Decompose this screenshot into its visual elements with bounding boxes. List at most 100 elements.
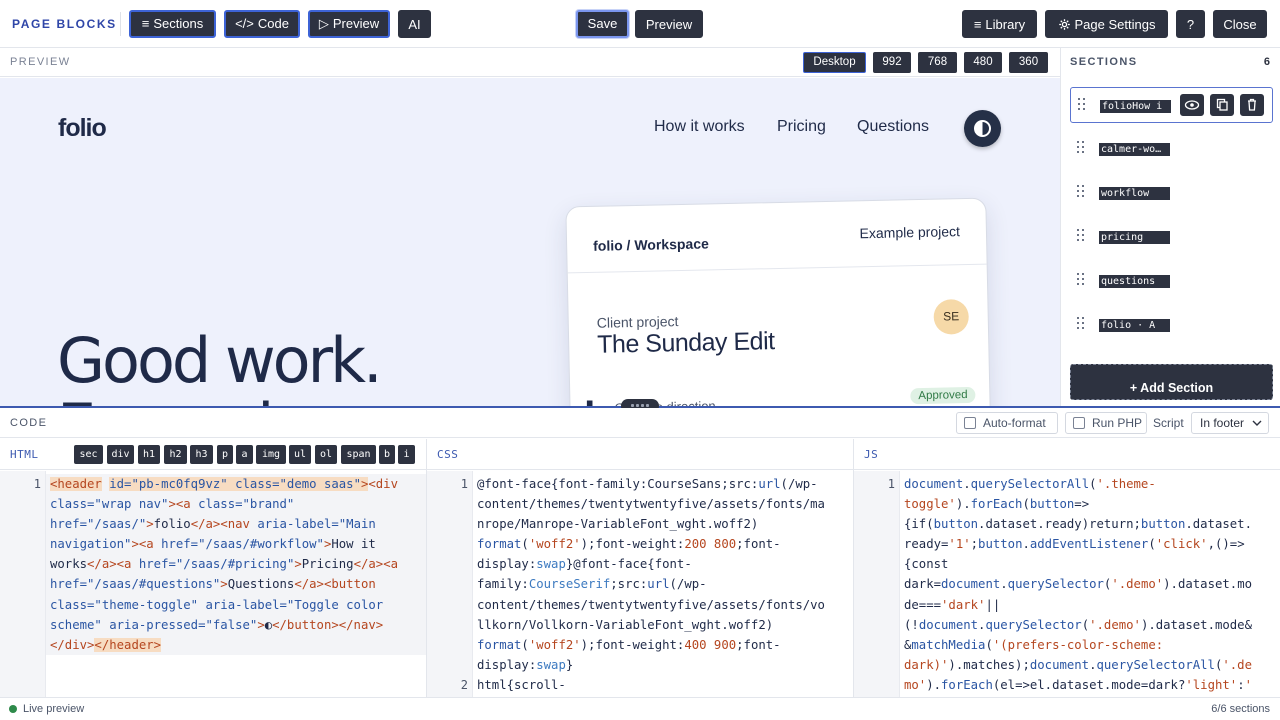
- top-toolbar: PAGE BLOCKS ≡ Sections </> Code ▷ Preview A…: [0, 0, 1280, 48]
- insert-tag-h1[interactable]: h1: [138, 445, 160, 464]
- gear-icon: [1058, 11, 1071, 39]
- page-blocks-editor: PAGE BLOCKS ≡ Sections </> Code ▷ Preview A…: [0, 0, 1280, 720]
- line-number: 1: [33, 477, 41, 491]
- sections-sidebar: SECTIONS 6 folioHow i calmer-wo… workflo…: [1060, 48, 1280, 407]
- ai-button[interactable]: AI: [398, 10, 431, 38]
- insert-tag-img[interactable]: img: [256, 445, 286, 464]
- theme-toggle[interactable]: [964, 110, 1001, 147]
- app-brand: PAGE BLOCKS: [12, 17, 117, 31]
- library-button[interactable]: ≡ Library: [962, 10, 1037, 38]
- script-position-select[interactable]: In footer: [1191, 412, 1269, 434]
- insert-tag-sec[interactable]: sec: [74, 445, 103, 464]
- js-pane-title: JS: [864, 448, 879, 461]
- html-pane-title: HTML: [10, 448, 39, 461]
- preview-canvas[interactable]: folio How it works Pricing Questions fol…: [0, 78, 1060, 407]
- css-pane-title: CSS: [437, 448, 459, 461]
- section-row[interactable]: pricing: [1070, 219, 1273, 255]
- drag-handle-icon[interactable]: [1077, 141, 1085, 155]
- add-section-button[interactable]: + Add Section: [1070, 364, 1273, 400]
- insert-tag-h2[interactable]: h2: [164, 445, 187, 464]
- auto-format-checkbox[interactable]: Auto-format: [956, 412, 1058, 434]
- copy-icon: [1216, 98, 1228, 111]
- css-gutter: 1 2: [427, 471, 473, 697]
- trash-icon: [1248, 98, 1256, 111]
- insert-tag-p[interactable]: p: [217, 445, 233, 464]
- code-icon: </>: [235, 16, 254, 31]
- sidebar-title: SECTIONS: [1070, 56, 1138, 68]
- section-name: folioHow i: [1100, 100, 1171, 113]
- section-name: calmer-wo…: [1099, 143, 1170, 156]
- drag-handle-icon[interactable]: [1077, 317, 1085, 331]
- help-button[interactable]: ?: [1176, 10, 1205, 38]
- css-editor[interactable]: @font-face{font-family:CourseSans;src:ur…: [477, 474, 825, 695]
- section-name: workflow: [1099, 187, 1170, 200]
- section-row[interactable]: folioHow i: [1070, 87, 1273, 123]
- workspace-card: folio / Workspace Example project Client…: [565, 197, 992, 407]
- delete-button[interactable]: [1240, 94, 1264, 116]
- insert-tag-h3[interactable]: h3: [190, 445, 213, 464]
- site-logo[interactable]: folio: [58, 114, 107, 143]
- run-php-checkbox[interactable]: Run PHP: [1065, 412, 1147, 434]
- live-indicator-icon: [9, 705, 17, 713]
- sections-button[interactable]: ≡ Sections: [129, 10, 216, 38]
- contrast-icon: [974, 120, 991, 137]
- js-editor[interactable]: document.querySelectorAll('.theme- toggl…: [904, 474, 1252, 695]
- breakpoint-360[interactable]: 360: [1009, 52, 1048, 73]
- section-row[interactable]: questions: [1070, 263, 1273, 299]
- section-count: 6: [1263, 56, 1270, 68]
- insert-tag-ul[interactable]: ul: [289, 445, 311, 464]
- status-badge: Approved: [910, 386, 976, 405]
- line-number: 1: [460, 477, 468, 491]
- code-label: CODE: [10, 417, 48, 429]
- live-preview-status: Live preview: [23, 703, 85, 715]
- list-icon: ≡: [973, 17, 982, 32]
- drag-handle-icon[interactable]: [1078, 98, 1086, 112]
- line-number: 2: [460, 678, 468, 692]
- avatar: SE: [933, 299, 970, 335]
- duplicate-button[interactable]: [1210, 94, 1234, 116]
- drag-handle-icon[interactable]: [1077, 185, 1085, 199]
- preview-toggle-button[interactable]: ▷ Preview: [308, 10, 390, 38]
- code-toolbar: CODE Auto-format Run PHP: [0, 408, 1280, 438]
- section-row[interactable]: folio · A: [1070, 307, 1273, 343]
- preview-button[interactable]: Preview: [635, 10, 703, 38]
- page-settings-button[interactable]: Page Settings: [1045, 10, 1168, 38]
- breakpoint-desktop[interactable]: Desktop: [803, 52, 866, 73]
- close-button[interactable]: Close: [1213, 10, 1267, 38]
- drag-handle-icon[interactable]: [1077, 273, 1085, 287]
- css-pane-header: CSS: [427, 439, 853, 470]
- breakpoint-992[interactable]: 992: [873, 52, 911, 73]
- visibility-button[interactable]: [1180, 94, 1204, 116]
- chevron-down-icon: [1252, 413, 1262, 439]
- insert-tag-i[interactable]: i: [398, 445, 415, 464]
- nav-pricing[interactable]: Pricing: [777, 118, 826, 136]
- drag-handle-icon[interactable]: [1077, 229, 1085, 243]
- nav-how-it-works[interactable]: How it works: [654, 118, 745, 136]
- line-number: 1: [887, 477, 895, 491]
- save-button[interactable]: Save: [576, 10, 629, 38]
- html-editor[interactable]: <header id="pb-mc0fq9vz" class="demo saa…: [50, 474, 422, 655]
- insert-tag-a[interactable]: a: [236, 445, 253, 464]
- preview-bar: PREVIEW Desktop 992 768 480 360: [0, 48, 1060, 77]
- insert-tag-ol[interactable]: ol: [315, 445, 337, 464]
- card-workspace: folio / Workspace: [592, 235, 709, 254]
- breakpoint-768[interactable]: 768: [918, 52, 957, 73]
- section-row[interactable]: calmer-wo…: [1070, 131, 1273, 167]
- js-gutter: 1: [854, 471, 900, 697]
- section-name: pricing: [1099, 231, 1170, 244]
- section-name: folio · A: [1099, 319, 1170, 332]
- list-icon: ≡: [141, 16, 150, 31]
- code-toggle-button[interactable]: </> Code: [224, 10, 300, 38]
- section-row[interactable]: workflow: [1070, 175, 1273, 211]
- breakpoint-480[interactable]: 480: [964, 52, 1002, 73]
- insert-tag-span[interactable]: span: [341, 445, 376, 464]
- insert-tag-b[interactable]: b: [379, 445, 395, 464]
- hero-heading-line1: Good work.: [57, 324, 383, 397]
- checkbox-icon: [1073, 417, 1085, 429]
- sections-status: 6/6 sections: [1211, 703, 1270, 715]
- script-label: Script: [1153, 416, 1184, 430]
- toolbar-divider: [120, 12, 121, 36]
- checkbox-icon: [964, 417, 976, 429]
- insert-tag-div[interactable]: div: [107, 445, 134, 464]
- nav-questions[interactable]: Questions: [857, 118, 929, 136]
